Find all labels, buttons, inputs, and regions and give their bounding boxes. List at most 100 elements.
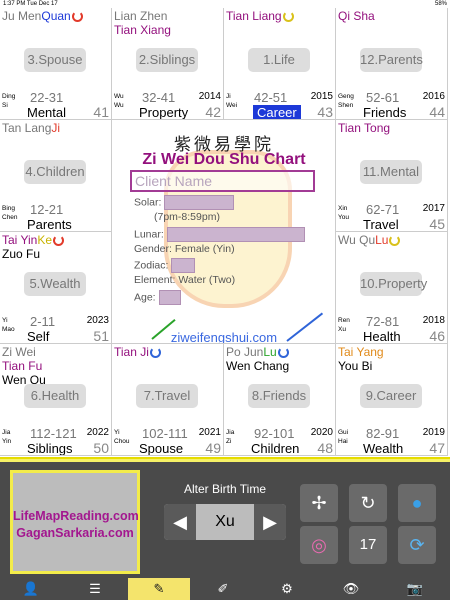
house-number: 44 bbox=[429, 104, 445, 120]
palace-footer: Ren Xu 72-81 2018 Health 46 bbox=[336, 313, 447, 343]
house-label: Travel bbox=[363, 217, 399, 232]
star-name: Ju Men bbox=[2, 9, 42, 23]
star-name: Wen Chang bbox=[226, 359, 290, 373]
year-label: 2022 bbox=[86, 427, 109, 438]
compass-icon[interactable]: ✢ bbox=[300, 484, 338, 522]
client-name-field[interactable]: Client Name bbox=[130, 170, 315, 192]
palace-button[interactable]: 8.Friends bbox=[248, 384, 310, 408]
list-icon[interactable]: ☰ bbox=[64, 578, 126, 600]
chart-edit-icon[interactable]: ✎ bbox=[128, 578, 190, 600]
globe-icon[interactable]: ● bbox=[398, 484, 436, 522]
transform-icon bbox=[149, 347, 161, 359]
star-name: Tai Yang bbox=[338, 345, 384, 359]
palace-cell[interactable]: Tian Ji 7.Travel Yi Chou 102-111 2021 Spou… bbox=[112, 344, 224, 456]
palace-button[interactable]: 9.Career bbox=[360, 384, 422, 408]
transform-icon bbox=[282, 11, 294, 23]
transform-icon bbox=[53, 235, 65, 247]
star-name: Tian Fu bbox=[2, 359, 43, 373]
palace-cell[interactable]: Tai Yang You Bi 9.Career Gui Hai 82-91 2019… bbox=[336, 344, 448, 456]
star-list: Lian Zhen Tian Xiang bbox=[114, 9, 171, 37]
refresh-icon[interactable]: ⟳ bbox=[398, 526, 436, 564]
palace-button[interactable]: 1.Life bbox=[248, 48, 310, 72]
palace-button[interactable]: 6.Health bbox=[24, 384, 86, 408]
star-list: Tian Tong bbox=[338, 121, 390, 135]
solar-time: (7pm-8:59pm) bbox=[154, 211, 220, 223]
next-time-button[interactable]: ▶ bbox=[254, 504, 286, 540]
star-name: Zi Wei bbox=[2, 345, 36, 359]
gear-icon[interactable]: ⚙ bbox=[256, 578, 318, 600]
lollipop-icon[interactable]: ◎ bbox=[300, 526, 338, 564]
palace-footer: Jia Yin 112-121 2022 Siblings 50 bbox=[0, 425, 111, 455]
palace-cell[interactable]: Tian Tong 11.Mental Xin You 62-71 2017 Tra… bbox=[336, 120, 448, 232]
calendar-icon[interactable]: 17 bbox=[349, 526, 387, 564]
star-name: Ji bbox=[51, 121, 61, 135]
prev-time-button[interactable]: ◀ bbox=[164, 504, 196, 540]
palace-button[interactable]: 2.Siblings bbox=[136, 48, 198, 72]
palace-cell[interactable]: Lian Zhen Tian Xiang 2.Siblings Wu Wu 32-41… bbox=[112, 8, 224, 120]
palace-button[interactable]: 12.Parents bbox=[360, 48, 423, 72]
year-label: 2014 bbox=[198, 91, 221, 102]
solar-row: Solar: bbox=[134, 195, 235, 210]
palace-button[interactable]: 4.Children bbox=[24, 160, 86, 184]
star-list: Po JunLu Wen Chang bbox=[226, 345, 289, 373]
palace-footer: Yi Mao 2-11 2023 Self 51 bbox=[0, 313, 111, 343]
house-number: 51 bbox=[93, 328, 109, 344]
star-name: You Bi bbox=[338, 359, 373, 373]
house-label: Children bbox=[251, 441, 300, 456]
palace-footer: Geng Shen 52-61 2016 Friends 44 bbox=[336, 89, 447, 119]
star-name: Tian Ji bbox=[114, 345, 149, 359]
history-icon[interactable]: ↻ bbox=[349, 484, 387, 522]
camera-icon[interactable]: 📷 bbox=[384, 578, 446, 600]
star-list: Tai Yang You Bi bbox=[338, 345, 384, 373]
palace-button[interactable]: 10.Property bbox=[360, 272, 427, 296]
palace-footer: Yi Chou 102-111 2021 Spouse 49 bbox=[112, 425, 223, 455]
ad-banner[interactable]: LifeMapReading.com GaganSarkaria.com bbox=[10, 470, 140, 574]
palace-cell[interactable]: Tai YinKe Zuo Fu 5.Wealth Yi Mao 2-11 2023 … bbox=[0, 232, 112, 344]
star-name: Lu bbox=[375, 233, 389, 247]
ganzhi-label: Ren Xu bbox=[338, 317, 350, 333]
palace-cell[interactable]: Po JunLu Wen Chang 8.Friends Jia Zi 92-101 … bbox=[224, 344, 336, 456]
tab-bar: 👤 ☰ ✎ ✐ ⚙ 👁 📷 bbox=[0, 578, 450, 600]
palace-button[interactable]: 7.Travel bbox=[136, 384, 198, 408]
age-range: 32-41 bbox=[142, 90, 176, 105]
website-link[interactable]: ziweifengshui.com bbox=[112, 330, 335, 343]
palace-cell[interactable]: Wu QuLu 10.Property Ren Xu 72-81 2018 Heal… bbox=[336, 232, 448, 344]
age-range: 102-111 bbox=[142, 426, 188, 441]
palace-button[interactable]: 11.Mental bbox=[360, 160, 422, 184]
edit-icon[interactable]: ✐ bbox=[192, 578, 254, 600]
ganzhi-label: Wu Wu bbox=[114, 93, 124, 109]
add-person-icon[interactable]: 👤 bbox=[0, 578, 62, 600]
transform-icon bbox=[389, 235, 401, 247]
house-label: Property bbox=[139, 105, 189, 120]
age-row: Age: bbox=[134, 290, 181, 305]
house-label: Wealth bbox=[363, 441, 404, 456]
star-list: Wu QuLu bbox=[338, 233, 401, 247]
palace-cell[interactable]: Tian Liang 1.Life Ji Wei 42-51 2015 Career… bbox=[224, 8, 336, 120]
zi-wei-chart: Ju MenQuan 3.Spouse Ding Si 22-31 Mental 4… bbox=[0, 8, 450, 457]
solar-date-value bbox=[164, 195, 235, 210]
ad-line-2: GaganSarkaria.com bbox=[16, 526, 134, 540]
house-number: 46 bbox=[429, 328, 445, 344]
house-number: 42 bbox=[205, 104, 221, 120]
branch-value: Xu bbox=[215, 513, 235, 530]
gender-text: Gender: Female (Yin) bbox=[134, 243, 235, 255]
palace-cell[interactable]: Zi Wei Tian Fu Wen Qu 6.Health Jia Yin 112-1… bbox=[0, 344, 112, 456]
palace-cell[interactable]: Ju MenQuan 3.Spouse Ding Si 22-31 Mental 4… bbox=[0, 8, 112, 120]
palace-button[interactable]: 5.Wealth bbox=[24, 272, 86, 296]
ganzhi-label: Yi Mao bbox=[2, 317, 15, 333]
star-name: Tian Xiang bbox=[114, 23, 171, 37]
palace-cell[interactable]: Tan LangJi 4.Children Bing Chen 12-21 Pare… bbox=[0, 120, 112, 232]
eye-icon[interactable]: 👁 bbox=[320, 578, 382, 600]
palace-cell[interactable]: Qi Sha 12.Parents Geng Shen 52-61 2016 Fri… bbox=[336, 8, 448, 120]
star-name: Po Jun bbox=[226, 345, 264, 359]
year-label: 2016 bbox=[422, 91, 445, 102]
house-number: 43 bbox=[317, 104, 333, 120]
star-list: Tian Liang bbox=[226, 9, 294, 23]
year-label: 2020 bbox=[310, 427, 333, 438]
star-list: Ju MenQuan bbox=[2, 9, 83, 23]
star-name: Tan Lang bbox=[2, 121, 52, 135]
star-list: Qi Sha bbox=[338, 9, 375, 23]
alter-birth-time-label: Alter Birth Time bbox=[183, 482, 267, 496]
star-name: Lu bbox=[263, 345, 277, 359]
palace-button[interactable]: 3.Spouse bbox=[24, 48, 86, 72]
